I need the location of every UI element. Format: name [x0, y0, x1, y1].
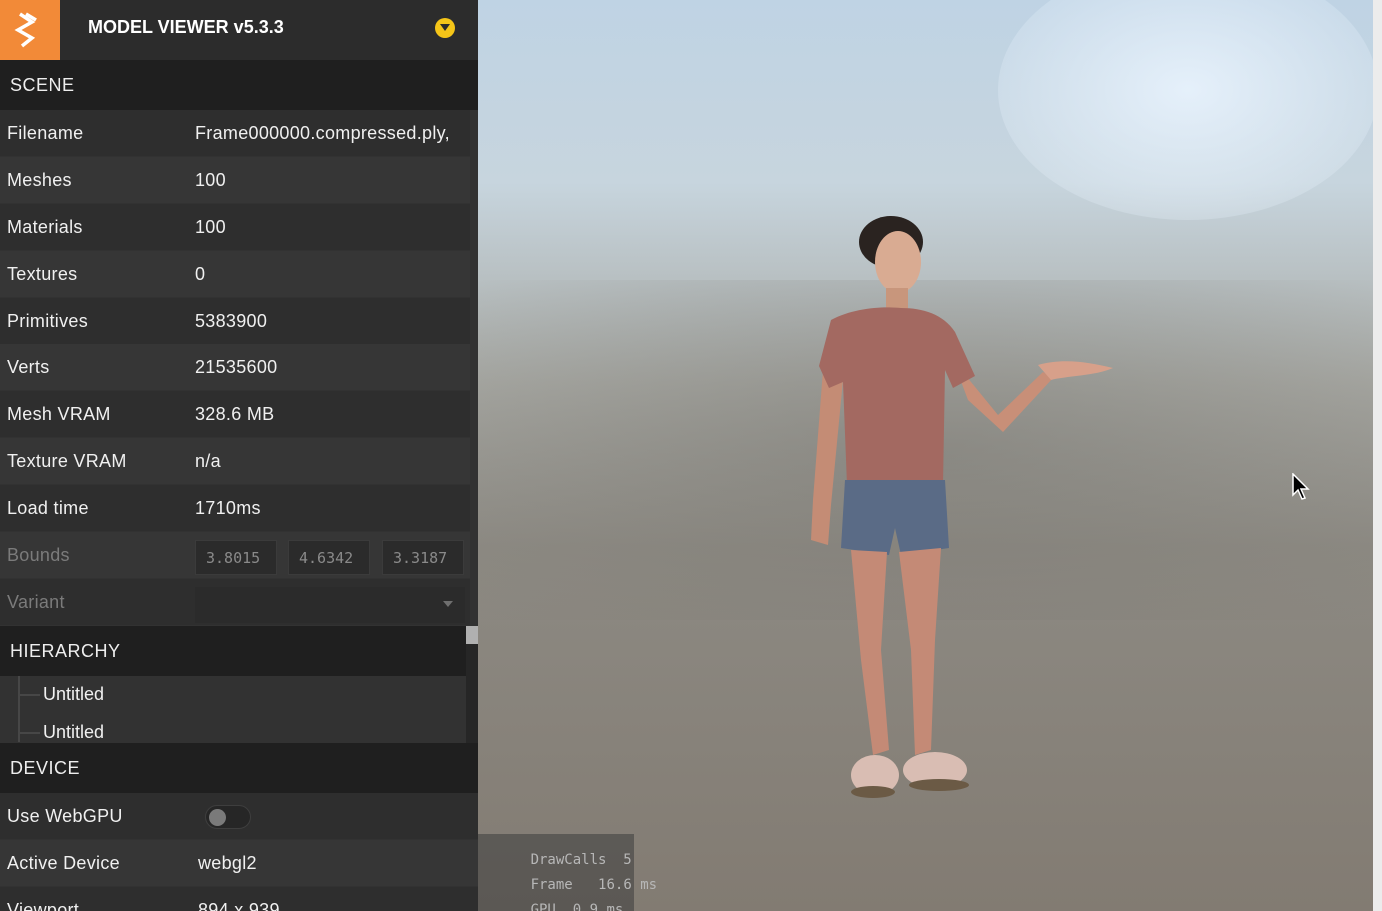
logo-icon: [0, 0, 60, 60]
scene-section-title: SCENE: [10, 75, 75, 95]
settings-panel: MODEL VIEWER v5.3.3 SCENE Filename Frame…: [0, 0, 478, 911]
app-title: MODEL VIEWER v5.3.3: [88, 17, 284, 37]
tree-item[interactable]: Untitled: [43, 722, 104, 743]
row-label: Viewport: [7, 900, 80, 911]
row-label: Primitives: [7, 311, 89, 331]
device-section-header[interactable]: DEVICE: [0, 743, 478, 793]
row-value: 100: [195, 170, 226, 190]
scene-row-texture-vram: Texture VRAM n/a: [0, 438, 470, 484]
variant-select[interactable]: [195, 587, 465, 623]
panel-scrollbar-track[interactable]: [466, 644, 478, 743]
scene-row-meshes: Meshes 100: [0, 157, 470, 203]
gpu-value: 0.9: [572, 902, 599, 911]
gpu-unit: ms: [606, 902, 624, 911]
row-label: Texture VRAM: [7, 451, 127, 471]
chevron-down-icon: [440, 24, 450, 31]
tree-branch: [20, 694, 40, 696]
row-value: 1710ms: [195, 498, 261, 518]
window-edge: [1373, 0, 1382, 911]
hierarchy-section-header[interactable]: HIERARCHY: [0, 626, 466, 676]
mouse-pointer-icon: [1292, 473, 1310, 500]
row-label: Textures: [7, 264, 78, 284]
row-label: Meshes: [7, 170, 72, 190]
device-row-active-device: Active Device webgl2: [0, 840, 478, 886]
scene-row-bounds: Bounds 3.8015 4.6342 3.3187: [0, 532, 470, 578]
row-label: Verts: [7, 357, 50, 377]
frame-unit: ms: [640, 877, 658, 893]
scene-row-primitives: Primitives 5383900: [0, 298, 470, 344]
scene-row-mesh-vram: Mesh VRAM 328.6 MB: [0, 391, 470, 437]
bounds-z-field: 3.3187: [382, 540, 464, 575]
row-value: 100: [195, 217, 226, 237]
scene-row-variant: Variant: [0, 579, 470, 625]
hierarchy-section-title: HIERARCHY: [10, 641, 121, 661]
row-label: Mesh VRAM: [7, 404, 111, 424]
row-value: webgl2: [198, 853, 257, 873]
render-stats-overlay: DrawCalls 5 Frame 16.6 ms GPU 0.9 ms: [478, 834, 657, 911]
3d-viewport[interactable]: DrawCalls 5 Frame 16.6 ms GPU 0.9 ms: [478, 0, 1382, 911]
row-value: 0: [195, 264, 206, 284]
row-label: Bounds: [7, 545, 70, 565]
gaussian-splat-person: [811, 216, 1113, 798]
row-value: 894 x 939: [198, 900, 280, 911]
use-webgpu-toggle[interactable]: [205, 805, 251, 829]
device-row-use-webgpu: Use WebGPU: [0, 793, 478, 839]
row-label: Active Device: [7, 853, 120, 873]
row-value: n/a: [195, 451, 221, 471]
scene-row-textures: Textures 0: [0, 251, 470, 297]
row-label: Variant: [7, 592, 65, 612]
scene-row-filename: Filename Frame000000.compressed.ply,: [0, 110, 470, 156]
row-label: Materials: [7, 217, 83, 237]
row-label: Filename: [7, 123, 84, 143]
tree-item[interactable]: Untitled: [43, 684, 104, 705]
row-value: 21535600: [195, 357, 278, 377]
row-value: 5383900: [195, 311, 268, 331]
scene-row-materials: Materials 100: [0, 204, 470, 250]
scene-row-load-time: Load time 1710ms: [0, 485, 470, 531]
collapse-panel-button[interactable]: [435, 18, 455, 38]
row-label: Load time: [7, 498, 89, 518]
row-label: Use WebGPU: [7, 806, 123, 826]
caret-down-icon: [443, 601, 453, 607]
row-value: Frame000000.compressed.ply,: [195, 123, 450, 143]
bounds-y-field: 4.6342: [288, 540, 370, 575]
bounds-x-field: 3.8015: [195, 540, 277, 575]
panel-scrollbar-thumb[interactable]: [466, 626, 478, 644]
scene-row-verts: Verts 21535600: [0, 344, 470, 390]
hierarchy-tree: Untitled Untitled: [0, 676, 466, 742]
device-section-title: DEVICE: [10, 758, 81, 778]
scene-section-header[interactable]: SCENE: [0, 60, 478, 110]
tree-branch: [20, 732, 40, 734]
toggle-knob: [209, 809, 226, 826]
gpu-label: GPU: [530, 902, 556, 911]
device-row-viewport: Viewport 894 x 939: [0, 887, 478, 911]
row-value: 328.6 MB: [195, 404, 275, 424]
sky-glow: [998, 0, 1378, 220]
panel-header: MODEL VIEWER v5.3.3: [0, 0, 478, 60]
